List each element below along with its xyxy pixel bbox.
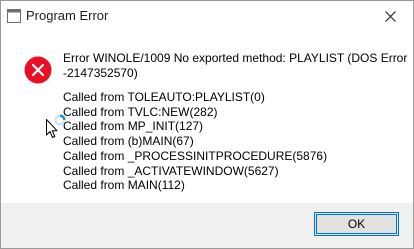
call-stack-line: Called from TOLEAUTO:PLAYLIST(0) — [63, 90, 265, 104]
ok-button[interactable]: OK — [314, 212, 399, 236]
call-stack-line: Called from _ACTIVATEWINDOW(5627) — [63, 163, 279, 178]
title-bar[interactable]: Program Error — [1, 1, 413, 31]
program-error-dialog: Program Error Error WINOLE/1009 No expor… — [0, 0, 414, 249]
error-message-line: -2147352570) — [63, 66, 138, 80]
error-icon — [24, 56, 52, 84]
window-app-icon — [7, 9, 21, 23]
call-stack-line: Called from _PROCESSINITPROCEDURE(5876) — [63, 148, 328, 163]
call-stack-line: Called from MAIN(112) — [63, 178, 185, 193]
error-message: Error WINOLE/1009 No exported method: PL… — [63, 51, 408, 81]
call-stack-line: Called from TVLC:NEW(282) — [63, 104, 218, 119]
call-stack-line: Called from (b)MAIN(67) — [63, 134, 194, 149]
button-bar: OK — [1, 203, 413, 248]
close-icon — [384, 10, 396, 22]
dialog-content: Error WINOLE/1009 No exported method: PL… — [1, 31, 413, 201]
call-stack: Called from TOLEAUTO:PLAYLIST(0) Called … — [63, 90, 327, 193]
busy-spinner-icon — [54, 114, 66, 126]
error-message-line: Error WINOLE/1009 No exported method: PL… — [63, 51, 408, 65]
call-stack-line: Called from MP_INIT(127) — [63, 119, 204, 134]
close-button[interactable] — [367, 1, 413, 31]
window-title: Program Error — [26, 8, 109, 23]
